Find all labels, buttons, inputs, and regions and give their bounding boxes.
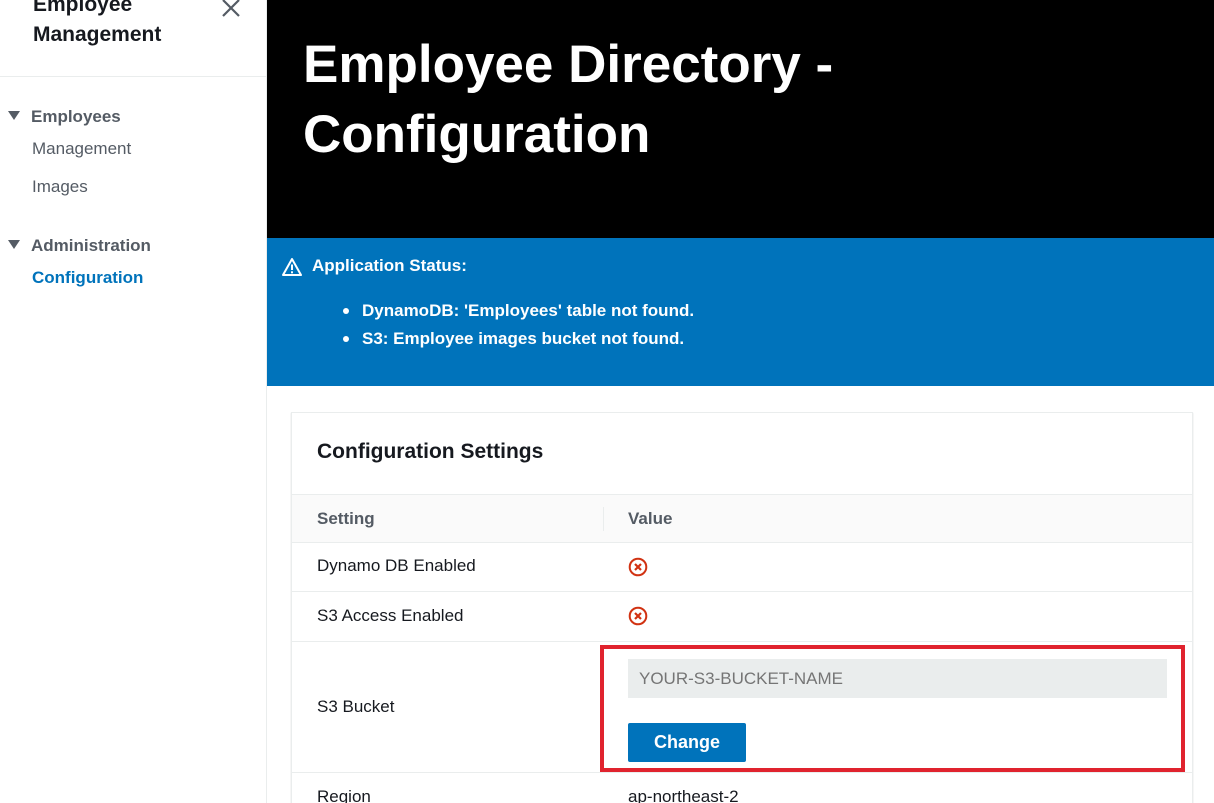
flash-title: Application Status: <box>312 256 467 275</box>
page-header: Employee Directory - Configuration <box>267 0 1214 238</box>
page-title: Employee Directory - Configuration <box>303 35 834 164</box>
app-title: Employee Management <box>33 0 162 46</box>
column-header-setting: Setting <box>317 509 375 528</box>
nav-section-title: Administration <box>31 236 151 255</box>
region-value: ap-northeast-2 <box>628 787 739 803</box>
warning-icon <box>282 257 302 277</box>
table-row: S3 Access Enabled <box>292 592 1192 642</box>
flash-message: DynamoDB: 'Employees' table not found. <box>343 300 694 328</box>
flash-message-list: DynamoDB: 'Employees' table not found. S… <box>343 300 694 356</box>
caret-down-icon <box>8 108 20 126</box>
table-row: S3 Bucket Change <box>292 642 1192 773</box>
sidebar-item-configuration[interactable]: Configuration <box>0 259 267 297</box>
sidebar-item-management[interactable]: Management <box>0 130 267 168</box>
nav-section-header-administration[interactable]: Administration <box>0 233 267 259</box>
content-area: Configuration Settings Setting Value Dyn… <box>267 386 1214 803</box>
setting-label: Dynamo DB Enabled <box>317 556 476 575</box>
nav-section-administration: Administration Configuration <box>0 233 267 297</box>
main-content: Employee Directory - Configuration Appli… <box>267 0 1214 803</box>
error-x-icon <box>628 557 648 577</box>
table-row: Dynamo DB Enabled <box>292 543 1192 592</box>
nav-section-header-employees[interactable]: Employees <box>0 104 267 130</box>
flash-message: S3: Employee images bucket not found. <box>343 328 694 356</box>
table-header: Setting Value <box>292 495 1192 543</box>
configuration-card: Configuration Settings Setting Value Dyn… <box>291 412 1193 803</box>
caret-down-icon <box>8 237 20 255</box>
sidebar: Employee Management Employees Management… <box>0 0 267 803</box>
change-button[interactable]: Change <box>628 723 746 762</box>
column-header-value: Value <box>628 509 673 528</box>
table-row: Region ap-northeast-2 <box>292 773 1192 803</box>
nav-section-employees: Employees Management Images <box>0 104 267 206</box>
column-divider <box>603 507 604 531</box>
setting-label: Region <box>317 787 371 803</box>
sidebar-item-images[interactable]: Images <box>0 168 267 206</box>
sidebar-header: Employee Management <box>0 0 267 77</box>
setting-label: S3 Bucket <box>317 697 395 716</box>
status-flashbar: Application Status: DynamoDB: 'Employees… <box>267 238 1214 386</box>
nav-section-title: Employees <box>31 107 121 126</box>
close-icon[interactable] <box>219 0 243 20</box>
s3-bucket-input[interactable] <box>628 659 1167 698</box>
error-x-icon <box>628 606 648 626</box>
setting-label: S3 Access Enabled <box>317 606 464 625</box>
card-title: Configuration Settings <box>317 440 544 463</box>
